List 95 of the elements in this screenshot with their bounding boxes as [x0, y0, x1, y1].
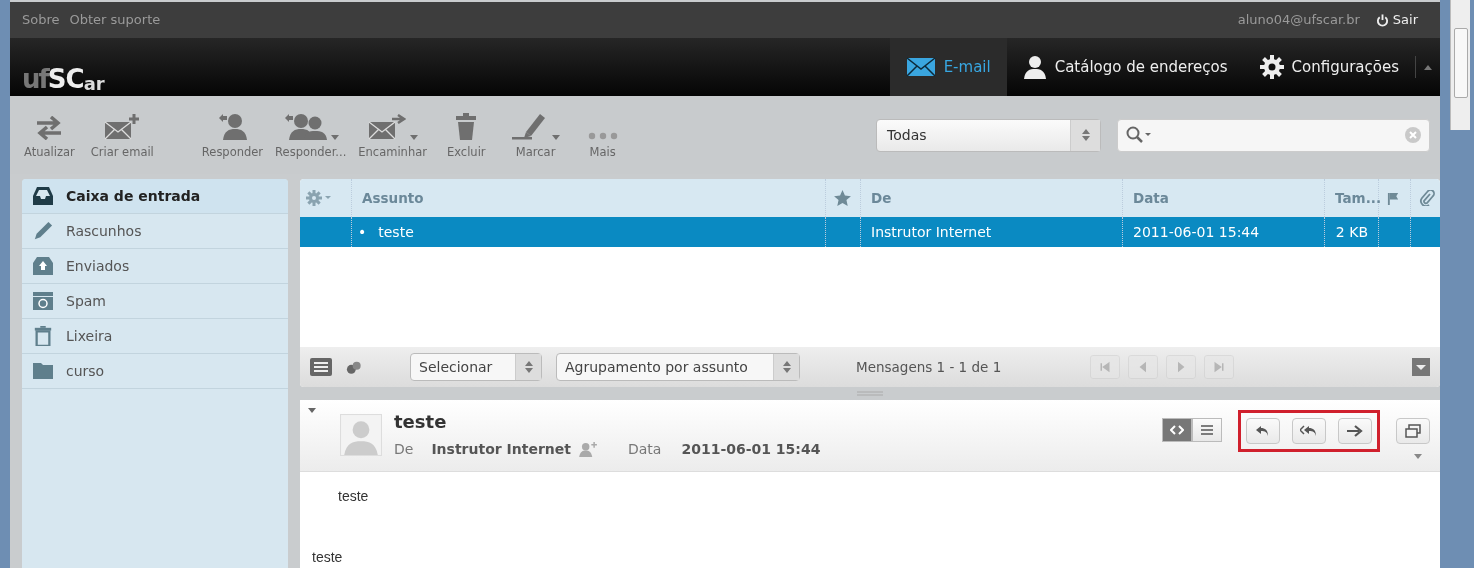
updown-icon — [524, 361, 533, 373]
reply-icon — [1256, 425, 1270, 437]
flag-icon[interactable] — [1387, 191, 1400, 205]
forward-envelope-icon — [367, 114, 406, 141]
toolbar-button[interactable]: Marcar — [507, 108, 564, 162]
message-count: Mensagens 1 - 1 de 1 — [856, 357, 1003, 377]
updown-icon — [1081, 129, 1090, 141]
windows-icon — [1405, 424, 1421, 438]
first-page-icon — [1099, 361, 1111, 373]
search-field[interactable] — [1117, 118, 1430, 152]
toolbar-button[interactable]: Excluir — [443, 108, 490, 162]
table-cell-text: 2011-06-01 15:44 — [1133, 222, 1260, 242]
star-icon[interactable] — [834, 190, 851, 206]
field-label: Data — [628, 440, 662, 459]
upload-tray-icon — [32, 256, 54, 276]
updown-icon — [782, 361, 791, 373]
folder-item[interactable]: Spam — [22, 284, 288, 319]
message-subject: teste — [394, 410, 448, 434]
expand-icon[interactable] — [1412, 358, 1430, 376]
sender-name: Instrutor Internet — [431, 440, 571, 459]
message-row[interactable]: • teste Instrutor Internet 2011-06-01 15:44 2 KB — [300, 217, 1440, 247]
reply-person-icon — [217, 112, 248, 141]
column-header[interactable]: Data — [1133, 187, 1169, 209]
lines-icon — [1201, 425, 1213, 435]
text-view-button[interactable] — [1192, 418, 1222, 442]
speech-bubbles-icon[interactable] — [346, 360, 362, 374]
toolbar-button[interactable]: Responder... — [271, 108, 351, 162]
trash-icon — [32, 326, 54, 346]
table-cell-text: 2 KB — [1335, 222, 1368, 242]
search-icon — [1126, 126, 1152, 144]
toolbar-button[interactable]: Encaminhar — [354, 108, 431, 162]
arrows-icon — [35, 116, 64, 141]
trash-icon — [455, 112, 478, 141]
caret-icon — [409, 135, 418, 141]
last-page-icon — [1213, 361, 1225, 373]
collapse-caret-icon[interactable] — [308, 408, 316, 413]
dots-icon — [587, 132, 618, 141]
power-icon — [1375, 13, 1389, 27]
message-date: 2011-06-01 15:44 — [681, 440, 821, 459]
open-window-button[interactable] — [1396, 418, 1430, 444]
unread-dot: • — [358, 222, 367, 242]
nav-tab[interactable]: E-mail — [889, 38, 1007, 96]
nav-tab[interactable]: Configurações — [1243, 38, 1415, 96]
toolbar-button[interactable]: Responder — [197, 108, 268, 162]
toolbar-button[interactable]: Criar email — [86, 108, 158, 162]
folder-icon — [32, 361, 54, 381]
code-icon — [1170, 425, 1184, 435]
clear-icon[interactable] — [1405, 127, 1421, 143]
message-text: teste — [337, 487, 370, 506]
reply-all-button[interactable] — [1292, 418, 1326, 444]
inbox-icon — [32, 186, 54, 206]
more-caret-icon[interactable] — [1414, 454, 1422, 459]
filter-select[interactable]: Todas — [876, 118, 1101, 152]
reply-all-icon — [1300, 425, 1318, 437]
folder-item[interactable]: Caixa de entrada — [22, 179, 288, 214]
message-text: teste — [311, 548, 344, 567]
nav-tab[interactable]: Catálogo de endereços — [1006, 38, 1244, 96]
folder-item[interactable]: Enviados — [22, 249, 288, 284]
marker-icon — [511, 112, 548, 141]
pencil-icon — [32, 221, 54, 241]
add-contact-icon[interactable] — [579, 442, 598, 457]
paperclip-icon[interactable] — [1419, 190, 1435, 206]
caret-icon — [551, 135, 560, 141]
avatar-icon — [340, 414, 382, 456]
right-arrow-icon — [1347, 425, 1363, 437]
select-dropdown[interactable]: Selecionar — [410, 353, 542, 381]
column-header[interactable]: Assunto — [362, 187, 424, 209]
caret-icon — [330, 135, 339, 141]
previous-icon — [1137, 361, 1149, 373]
list-view-icon[interactable] — [310, 358, 332, 376]
grouping-dropdown[interactable]: Agrupamento por assunto — [556, 353, 800, 381]
folder-item[interactable]: curso — [22, 354, 288, 389]
scrollbar-thumb[interactable] — [1454, 28, 1468, 98]
column-header[interactable]: De — [871, 187, 892, 209]
table-cell-text: teste — [378, 222, 414, 242]
logout-link[interactable]: Sair — [1375, 10, 1418, 30]
reply-button[interactable] — [1246, 418, 1280, 444]
forward-button[interactable] — [1338, 418, 1372, 444]
logo: ufSCar — [21, 63, 106, 96]
user-email: aluno04@ufscar.br — [1237, 11, 1360, 30]
folder-item[interactable]: Lixeira — [22, 319, 288, 354]
top-link[interactable]: Obter suporte — [69, 10, 161, 30]
folder-item[interactable]: Rascunhos — [22, 214, 288, 249]
top-link[interactable]: Sobre — [22, 10, 60, 30]
next-icon — [1175, 361, 1187, 373]
person-icon — [1022, 55, 1047, 79]
toolbar-button[interactable]: Mais — [583, 108, 622, 162]
envelope-icon — [905, 57, 936, 77]
envelope-plus-icon — [104, 114, 141, 141]
html-view-button[interactable] — [1162, 418, 1192, 442]
table-cell-text: Instrutor Internet — [871, 222, 992, 242]
field-label: De — [394, 440, 414, 459]
column-header[interactable]: Tam... — [1335, 187, 1382, 209]
gear-menu-icon[interactable] — [306, 190, 332, 206]
toolbar-button[interactable]: Atualizar — [20, 108, 79, 162]
